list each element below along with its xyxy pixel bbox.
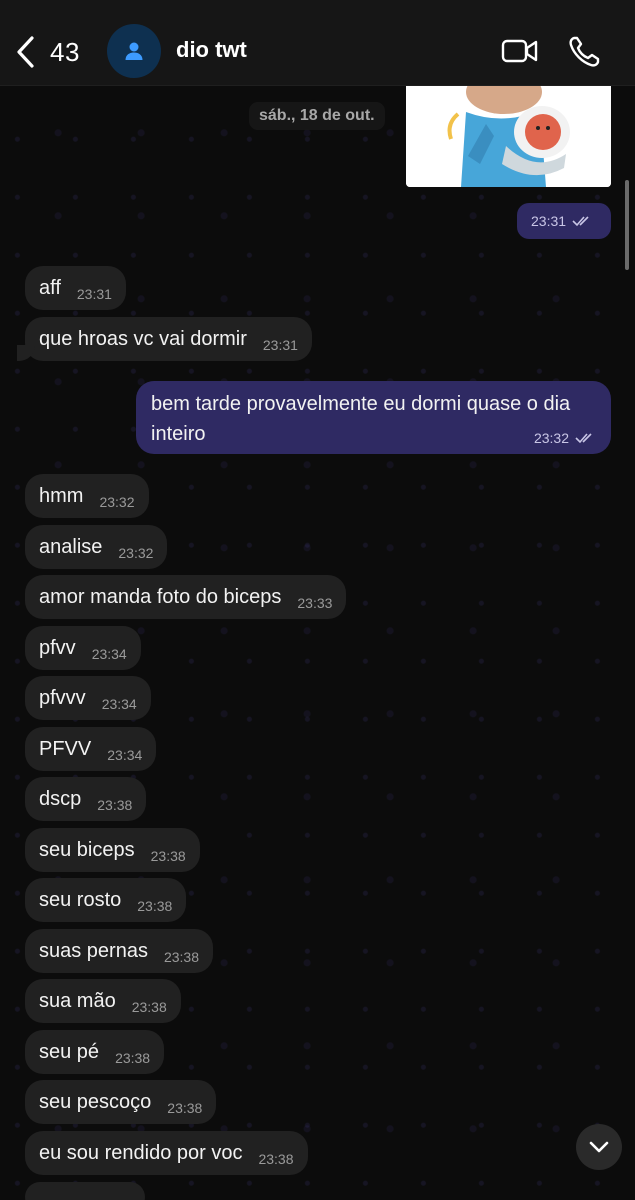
incoming-message: suas pernas 23:38 (25, 929, 214, 973)
contact-name[interactable]: dio twt (176, 37, 247, 63)
incoming-message: sua mão 23:38 (25, 979, 181, 1023)
message-time: 23:31 (262, 337, 298, 353)
incoming-message: analise 23:32 (25, 525, 168, 569)
incoming-message: PFVV 23:34 (25, 727, 157, 771)
message-time: 23:38 (131, 999, 167, 1015)
incoming-message: seu rosto 23:38 (25, 878, 187, 922)
incoming-message: dscp 23:38 (25, 777, 147, 821)
unread-count: 43 (50, 36, 80, 67)
incoming-message: hmm 23:32 (25, 474, 149, 518)
back-button[interactable]: 43 (14, 30, 80, 74)
message-text: PFVV (39, 738, 92, 760)
incoming-message: pfvv 23:34 (25, 626, 141, 670)
message-text: seu pescoço (39, 1091, 152, 1113)
message-time: 23:32 (533, 430, 569, 446)
message-text: eu sou rendido por voc (39, 1142, 243, 1164)
double-check-icon (572, 216, 589, 227)
message-text: hmm (39, 485, 84, 507)
incoming-message: seu pé 23:38 (25, 1030, 165, 1074)
message-time: 23:38 (258, 1151, 294, 1167)
message-text: suas pernas (39, 940, 148, 962)
incoming-message: que hroas vc vai dormir 23:31 (25, 317, 312, 361)
message-text: pfvvv (39, 687, 86, 709)
message-time: 23:31 (76, 286, 112, 302)
video-camera-icon[interactable] (500, 36, 540, 66)
scroll-to-bottom-button[interactable] (576, 1124, 622, 1170)
avatar[interactable] (107, 24, 161, 78)
message-time: 23:38 (163, 949, 200, 965)
message-text: seu biceps (39, 839, 135, 861)
message-text: seu rosto (39, 889, 122, 911)
incoming-message: pfvvv 23:34 (25, 676, 151, 720)
message-text: dscp (39, 788, 82, 810)
image-message[interactable] (406, 84, 611, 187)
chat-header: 43 dio twt (0, 0, 635, 86)
incoming-message: seu pescoço 23:38 (25, 1080, 217, 1124)
incoming-message: seu biceps 23:38 (25, 828, 200, 872)
message-text: amor manda foto do biceps (39, 586, 282, 608)
message-time: 23:38 (150, 848, 186, 864)
message-time: 23:34 (101, 696, 137, 712)
phone-icon[interactable] (566, 34, 602, 70)
message-time: 23:31 (531, 213, 567, 229)
scrollbar[interactable] (625, 180, 629, 270)
message-time: 23:38 (167, 1100, 203, 1116)
person-icon (125, 42, 143, 60)
incoming-message: aff 23:31 (25, 266, 126, 310)
partial-message (25, 1182, 145, 1200)
message-text: que hroas vc vai dormir (39, 328, 247, 350)
double-check-icon (575, 433, 592, 444)
message-text: aff (39, 277, 61, 299)
message-time: 23:33 (297, 595, 333, 611)
chevron-down-icon (589, 1141, 609, 1153)
incoming-message: amor manda foto do biceps 23:33 (25, 575, 347, 619)
message-time: 23:38 (115, 1050, 151, 1066)
photo-thumbnail (406, 84, 611, 187)
image-timestamp: 23:31 (517, 203, 611, 239)
message-text: seu pé (39, 1041, 100, 1063)
chevron-left-icon (17, 36, 34, 68)
date-separator: sáb., 18 de out. (249, 102, 385, 130)
message-text: bem tarde provavelmente eu dormi quase o… (151, 393, 571, 445)
message-text: pfvv (39, 637, 76, 659)
message-time: 23:38 (137, 898, 173, 914)
message-time: 23:34 (107, 747, 143, 763)
message-time: 23:38 (97, 797, 133, 813)
message-time: 23:32 (99, 494, 135, 510)
outgoing-message: bem tarde provavelmente eu dormi quase o… (136, 381, 611, 454)
message-time: 23:34 (91, 646, 127, 662)
message-time: 23:32 (118, 545, 154, 561)
incoming-message: eu sou rendido por voc 23:38 (25, 1131, 308, 1175)
message-text: sua mão (39, 990, 116, 1012)
message-text: analise (39, 536, 103, 558)
